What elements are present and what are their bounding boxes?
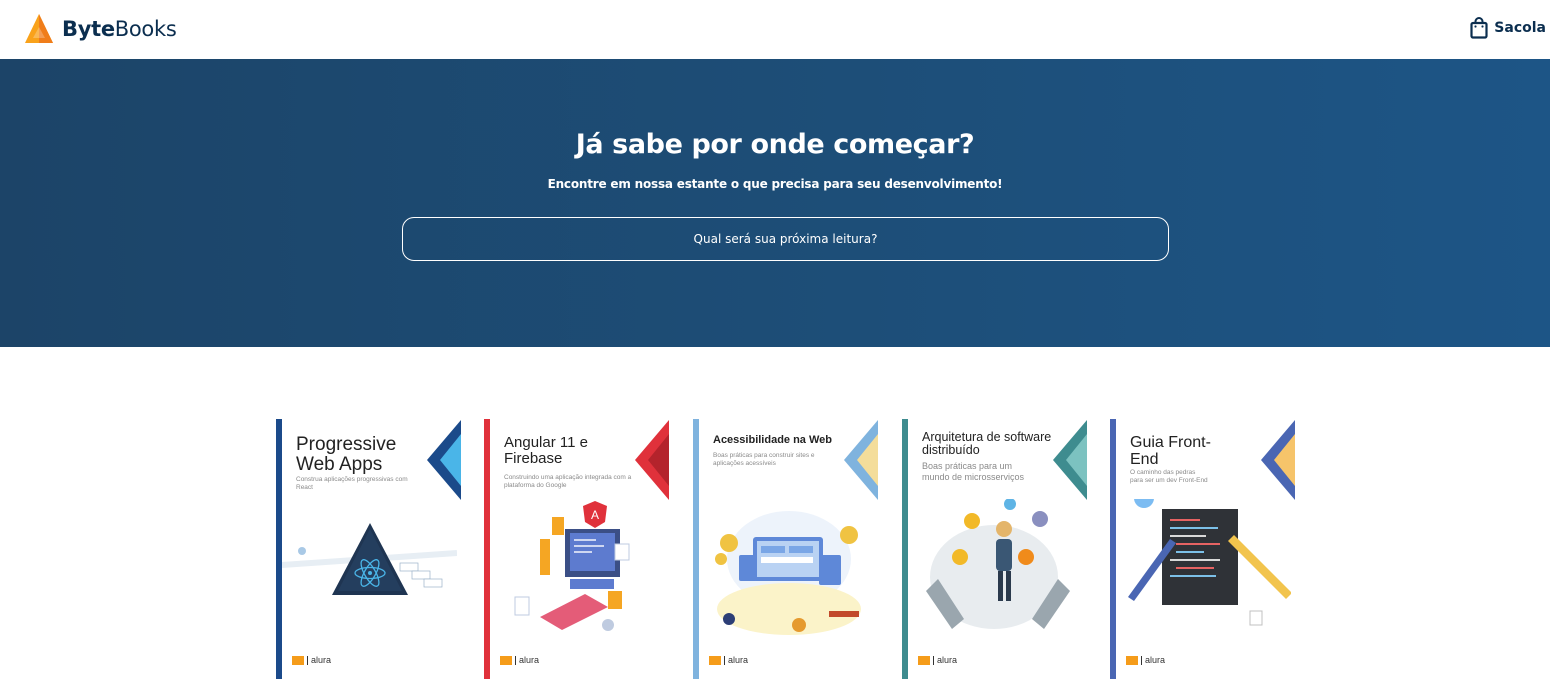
top-bar: ByteBooks Sacola xyxy=(0,0,1550,59)
book-subtitle: Boas práticas para um mundo de microsser… xyxy=(922,461,1025,483)
hero-subtitle: Encontre em nossa estante o que precisa … xyxy=(547,177,1003,191)
publisher-logo-icon xyxy=(500,655,512,665)
book-card-progressive-web-apps[interactable]: Progressive Web Apps Construa aplicações… xyxy=(276,419,461,679)
book-title: Acessibilidade na Web xyxy=(713,434,833,446)
book-card-guia-front-end[interactable]: Guia Front-End O caminho das pedras para… xyxy=(1110,419,1295,679)
book-footer: alura xyxy=(500,655,539,665)
book-footer-brand: alura xyxy=(937,655,958,665)
shopping-bag-icon xyxy=(1470,17,1488,39)
book-chevron-icon xyxy=(1261,420,1295,500)
brand-name: ByteBooks xyxy=(62,17,177,41)
svg-text:A: A xyxy=(591,508,599,522)
book-card-arquitetura-software-distribuido[interactable]: Arquitetura de software distribuído Boas… xyxy=(902,419,1087,679)
footer-divider xyxy=(1141,655,1142,665)
book-title: Arquitetura de software distribuído xyxy=(922,430,1052,458)
publisher-logo-icon xyxy=(918,655,930,665)
book-footer: alura xyxy=(709,655,748,665)
publisher-logo-icon xyxy=(292,655,304,665)
brand-name-regular: Books xyxy=(114,16,177,41)
bytebooks-logo-icon xyxy=(25,14,53,43)
juggling-languages-illustration-icon xyxy=(926,499,1070,629)
brand-name-bold: Byte xyxy=(62,16,115,41)
book-card-angular-firebase[interactable]: Angular 11 e Firebase Construindo uma ap… xyxy=(484,419,669,679)
bag-label: Sacola xyxy=(1494,20,1546,36)
book-title: Progressive Web Apps xyxy=(296,434,397,475)
book-subtitle: Construa aplicações progressivas com Rea… xyxy=(296,476,408,492)
react-triangle-illustration-icon xyxy=(282,523,457,595)
publisher-logo-icon xyxy=(1126,655,1138,665)
book-card-acessibilidade-na-web[interactable]: Acessibilidade na Web Boas práticas para… xyxy=(693,419,878,679)
bag-button[interactable]: Sacola xyxy=(1470,17,1546,39)
footer-divider xyxy=(515,655,516,665)
book-subtitle: Boas práticas para construir sites e apl… xyxy=(713,452,815,468)
book-footer-brand: alura xyxy=(519,655,540,665)
publisher-logo-icon xyxy=(709,655,721,665)
book-footer-brand: alura xyxy=(1145,655,1166,665)
book-subtitle: O caminho das pedras para ser um dev Fro… xyxy=(1130,469,1208,485)
footer-divider xyxy=(307,655,308,665)
footer-divider xyxy=(933,655,934,665)
search-input[interactable] xyxy=(402,217,1169,261)
book-chevron-icon xyxy=(427,420,461,500)
book-chevron-icon xyxy=(635,420,669,500)
book-footer-brand: alura xyxy=(728,655,749,665)
accessibility-park-illustration-icon xyxy=(715,511,861,635)
hero-title: Já sabe por onde começar? xyxy=(575,129,975,160)
book-footer: alura xyxy=(918,655,957,665)
book-title: Angular 11 e Firebase xyxy=(504,434,588,467)
footer-divider xyxy=(724,655,725,665)
book-footer: alura xyxy=(1126,655,1165,665)
angular-computer-illustration-icon: A xyxy=(514,501,630,631)
book-title: Guia Front-End xyxy=(1130,434,1211,468)
book-subtitle: Construindo uma aplicação integrada com … xyxy=(504,474,632,490)
book-footer-brand: alura xyxy=(311,655,332,665)
code-ruler-illustration-icon xyxy=(1128,499,1291,626)
book-chevron-icon xyxy=(844,420,878,500)
book-shelf: Progressive Web Apps Construa aplicações… xyxy=(276,419,1296,679)
brand-logo[interactable]: ByteBooks xyxy=(24,13,177,44)
hero-banner: Já sabe por onde começar? Encontre em no… xyxy=(0,59,1550,347)
book-footer: alura xyxy=(292,655,331,665)
